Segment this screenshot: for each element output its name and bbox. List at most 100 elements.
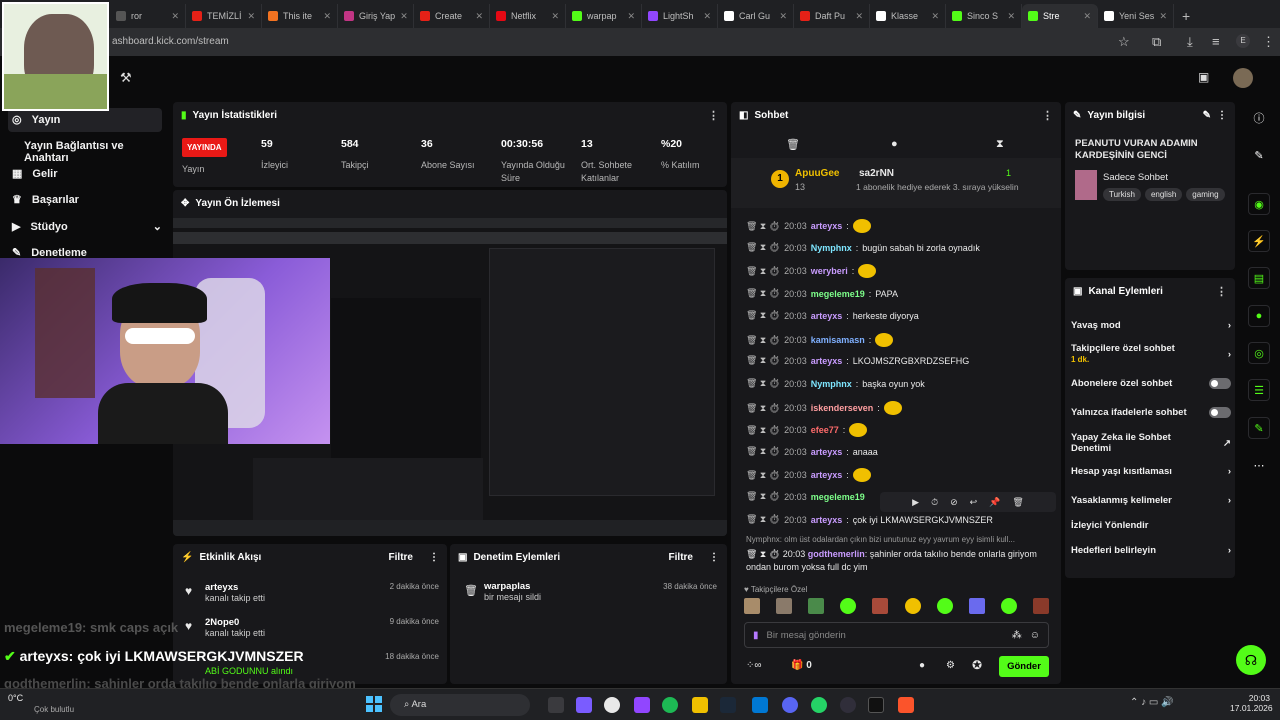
obs-icon[interactable] bbox=[840, 697, 856, 713]
more-icon[interactable]: ⋯ bbox=[1248, 454, 1270, 476]
more-icon[interactable]: ⋮ bbox=[429, 552, 439, 563]
camera-icon[interactable]: ▣ bbox=[1198, 70, 1209, 84]
url-text[interactable]: ashboard.kick.com/stream bbox=[112, 36, 229, 47]
message-icon[interactable]: ● bbox=[891, 138, 898, 150]
goals-action[interactable]: Hedefleri belirleyin › bbox=[1071, 545, 1231, 556]
chat-message[interactable]: 🗑 ⧗ ⏱ 20:03 arteyxs: LKOJMSZRGBXRDZSEFHG bbox=[746, 355, 1056, 366]
chat-message[interactable]: 🗑 ⧗ ⏱ 20:03 arteyxs: çok iyi LKMAWSERGKJVM… bbox=[746, 514, 1056, 525]
more-icon[interactable]: ⋮ bbox=[708, 109, 719, 122]
nav-item-income[interactable]: ▦ Gelir bbox=[12, 167, 57, 181]
chat-message[interactable]: 🗑 ⧗ ⏱ 20:03 arteyxs: anaaa bbox=[746, 446, 1056, 457]
chat-message[interactable]: 🗑 ⧗ ⏱ 20:03 arteyxs: herkeste diyorya bbox=[746, 310, 1056, 321]
twitch-icon[interactable] bbox=[634, 697, 650, 713]
download-icon[interactable]: ⤓ bbox=[1187, 34, 1193, 50]
document-icon[interactable]: ▤ bbox=[1248, 267, 1270, 289]
browser-tab[interactable]: ror ✕ bbox=[110, 4, 186, 28]
nav-item-stream-key[interactable]: Yayın Bağlantısı ve Anahtarı bbox=[24, 140, 170, 164]
explorer-icon[interactable] bbox=[692, 697, 708, 713]
browser-tab[interactable]: Sinco S ✕ bbox=[946, 4, 1022, 28]
mic-icon[interactable]: ▮ bbox=[753, 630, 759, 641]
chat-message[interactable]: 🗑 ⧗ ⏱ 20:03 arteyxs: bbox=[746, 468, 1056, 482]
followers-only-action[interactable]: Takipçilere özel sohbet 1 dk. › bbox=[1071, 343, 1231, 365]
avatar[interactable] bbox=[1233, 68, 1253, 88]
chat-message[interactable]: 🗑 ⧗ ⏱ 20:03 Nymphnx: başka oyun yok bbox=[746, 378, 1056, 389]
start-icon[interactable] bbox=[366, 696, 382, 712]
task-view-icon[interactable] bbox=[548, 697, 564, 713]
pin-icon[interactable]: 📌 bbox=[989, 497, 1000, 508]
chat-message[interactable]: 🗑 ⧗ ⏱ 20:03 efee77: bbox=[746, 423, 1056, 437]
nav-item-stream[interactable]: ◎ Yayın bbox=[12, 113, 60, 127]
emoji-icon[interactable]: ☺ bbox=[1030, 630, 1040, 641]
browser-tab[interactable]: Klasse ✕ bbox=[870, 4, 946, 28]
edit-icon[interactable]: ✎ bbox=[1203, 110, 1211, 121]
timeout-icon[interactable]: ⏱ bbox=[931, 497, 938, 508]
taskbar-search[interactable]: ⌕ Ara bbox=[390, 694, 530, 716]
browser-tab[interactable]: Daft Pu ✕ bbox=[794, 4, 870, 28]
chat-message[interactable]: 🗑 ⧗ ⏱ 20:03 arteyxs: bbox=[746, 219, 1056, 233]
gift-counter[interactable]: 🎁 0 bbox=[791, 660, 812, 671]
ban-icon[interactable]: ⊘ bbox=[950, 497, 958, 508]
discord-icon[interactable] bbox=[782, 697, 798, 713]
trash-icon[interactable]: 🗑 bbox=[786, 138, 800, 151]
translate-icon[interactable]: ⁂ bbox=[1012, 630, 1022, 641]
extensions-icon[interactable]: ⧉ bbox=[1152, 34, 1161, 50]
banned-words-action[interactable]: Yasaklanmış kelimeler › bbox=[1071, 495, 1231, 506]
clock[interactable]: 20:03 17.01.2026 bbox=[1230, 693, 1273, 713]
emotes-only-action[interactable]: Yalnızca ifadelerle sohbet bbox=[1071, 407, 1231, 418]
bolt-icon[interactable]: ⚡ bbox=[1248, 230, 1270, 252]
browser-tab-active[interactable]: Stre ✕ bbox=[1022, 4, 1098, 28]
panel-icon[interactable]: ☰ bbox=[1248, 379, 1270, 401]
copilot-icon[interactable] bbox=[576, 697, 592, 713]
more-icon[interactable]: ⋮ bbox=[1216, 285, 1227, 298]
tag[interactable]: gaming bbox=[1186, 188, 1225, 201]
help-button[interactable]: ☊ bbox=[1236, 645, 1266, 675]
play-icon[interactable]: ▶ bbox=[912, 497, 919, 508]
browser-tab[interactable]: Yeni Ses ✕ bbox=[1098, 4, 1174, 28]
profile-icon[interactable]: E bbox=[1236, 34, 1250, 48]
subs-only-toggle[interactable] bbox=[1209, 378, 1231, 389]
browser-tab[interactable]: Carl Gu ✕ bbox=[718, 4, 794, 28]
reply-icon[interactable]: ↩ bbox=[970, 497, 978, 508]
nav-item-achievements[interactable]: ♛ Başarılar bbox=[12, 193, 79, 207]
chat-message[interactable]: 🗑 ⧗ ⏱ 20:03 iskenderseven: bbox=[746, 401, 1056, 415]
chat-message[interactable]: 🗑 ⧗ ⏱ 20:03 Nymphnx: bugün sabah bi zorla … bbox=[746, 242, 1056, 253]
nav-item-studio[interactable]: ▶ Stüdyo ⌄ bbox=[12, 220, 162, 234]
emote-bar[interactable] bbox=[744, 598, 1049, 616]
browser-tab[interactable]: warpap ✕ bbox=[566, 4, 642, 28]
gear-icon[interactable]: ⚙ bbox=[946, 660, 955, 671]
steam-icon[interactable] bbox=[720, 697, 736, 713]
chat-message[interactable]: 🗑 ⧗ ⏱ 20:03 megeleme19: PAPA bbox=[746, 288, 1056, 299]
emotes-only-toggle[interactable] bbox=[1209, 407, 1231, 418]
slow-mode-action[interactable]: Yavaş mod › bbox=[1071, 320, 1231, 331]
spotify-icon[interactable] bbox=[662, 697, 678, 713]
ai-moderation-action[interactable]: Yapay Zeka ile Sohbet Denetimi ↗ bbox=[1071, 432, 1231, 454]
browser-tab[interactable]: Create ✕ bbox=[414, 4, 490, 28]
clip-icon[interactable]: ◉ bbox=[1248, 193, 1270, 215]
system-tray[interactable]: ⌃ ♪ ▭ 🔊 bbox=[1130, 697, 1174, 708]
filter-button[interactable]: Filtre bbox=[389, 552, 413, 563]
app-icon[interactable] bbox=[752, 697, 768, 713]
whatsapp-icon[interactable] bbox=[811, 697, 827, 713]
terminal-icon[interactable] bbox=[868, 697, 884, 713]
send-button[interactable]: Gönder bbox=[999, 656, 1049, 677]
message-actions-toolbar[interactable]: ▶ ⏱ ⊘ ↩ 📌 🗑 bbox=[880, 492, 1056, 512]
media-icon[interactable]: ≡ bbox=[1212, 34, 1220, 49]
trash-icon[interactable]: 🗑 bbox=[1012, 497, 1023, 508]
more-icon[interactable]: ⋮ bbox=[709, 552, 719, 563]
browser-tab[interactable]: This ite ✕ bbox=[262, 4, 338, 28]
weather-widget[interactable]: 0°C bbox=[8, 693, 23, 703]
raid-action[interactable]: İzleyici Yönlendir bbox=[1071, 520, 1231, 531]
hammer-icon[interactable]: ⚒ bbox=[120, 70, 132, 86]
browser-tab[interactable]: Netflix ✕ bbox=[490, 4, 566, 28]
subs-only-action[interactable]: Abonelere özel sohbet bbox=[1071, 378, 1231, 389]
chat-message[interactable]: 🗑 ⧗ ⏱ 20:03 kamisamasn: bbox=[746, 333, 1056, 347]
hourglass-icon[interactable]: ⧗ bbox=[996, 138, 1004, 151]
account-age-action[interactable]: Hesap yaşı kısıtlaması › bbox=[1071, 466, 1231, 477]
more-icon[interactable]: ⋮ bbox=[1217, 110, 1227, 121]
browser-tab[interactable]: Giriş Yap ✕ bbox=[338, 4, 414, 28]
chat-icon[interactable]: ● bbox=[1248, 305, 1270, 327]
new-tab-button[interactable]: + bbox=[1174, 8, 1198, 28]
star-icon[interactable]: ☆ bbox=[1118, 34, 1130, 50]
broadcast-icon[interactable]: ◎ bbox=[1248, 342, 1270, 364]
brave-icon[interactable] bbox=[898, 697, 914, 713]
